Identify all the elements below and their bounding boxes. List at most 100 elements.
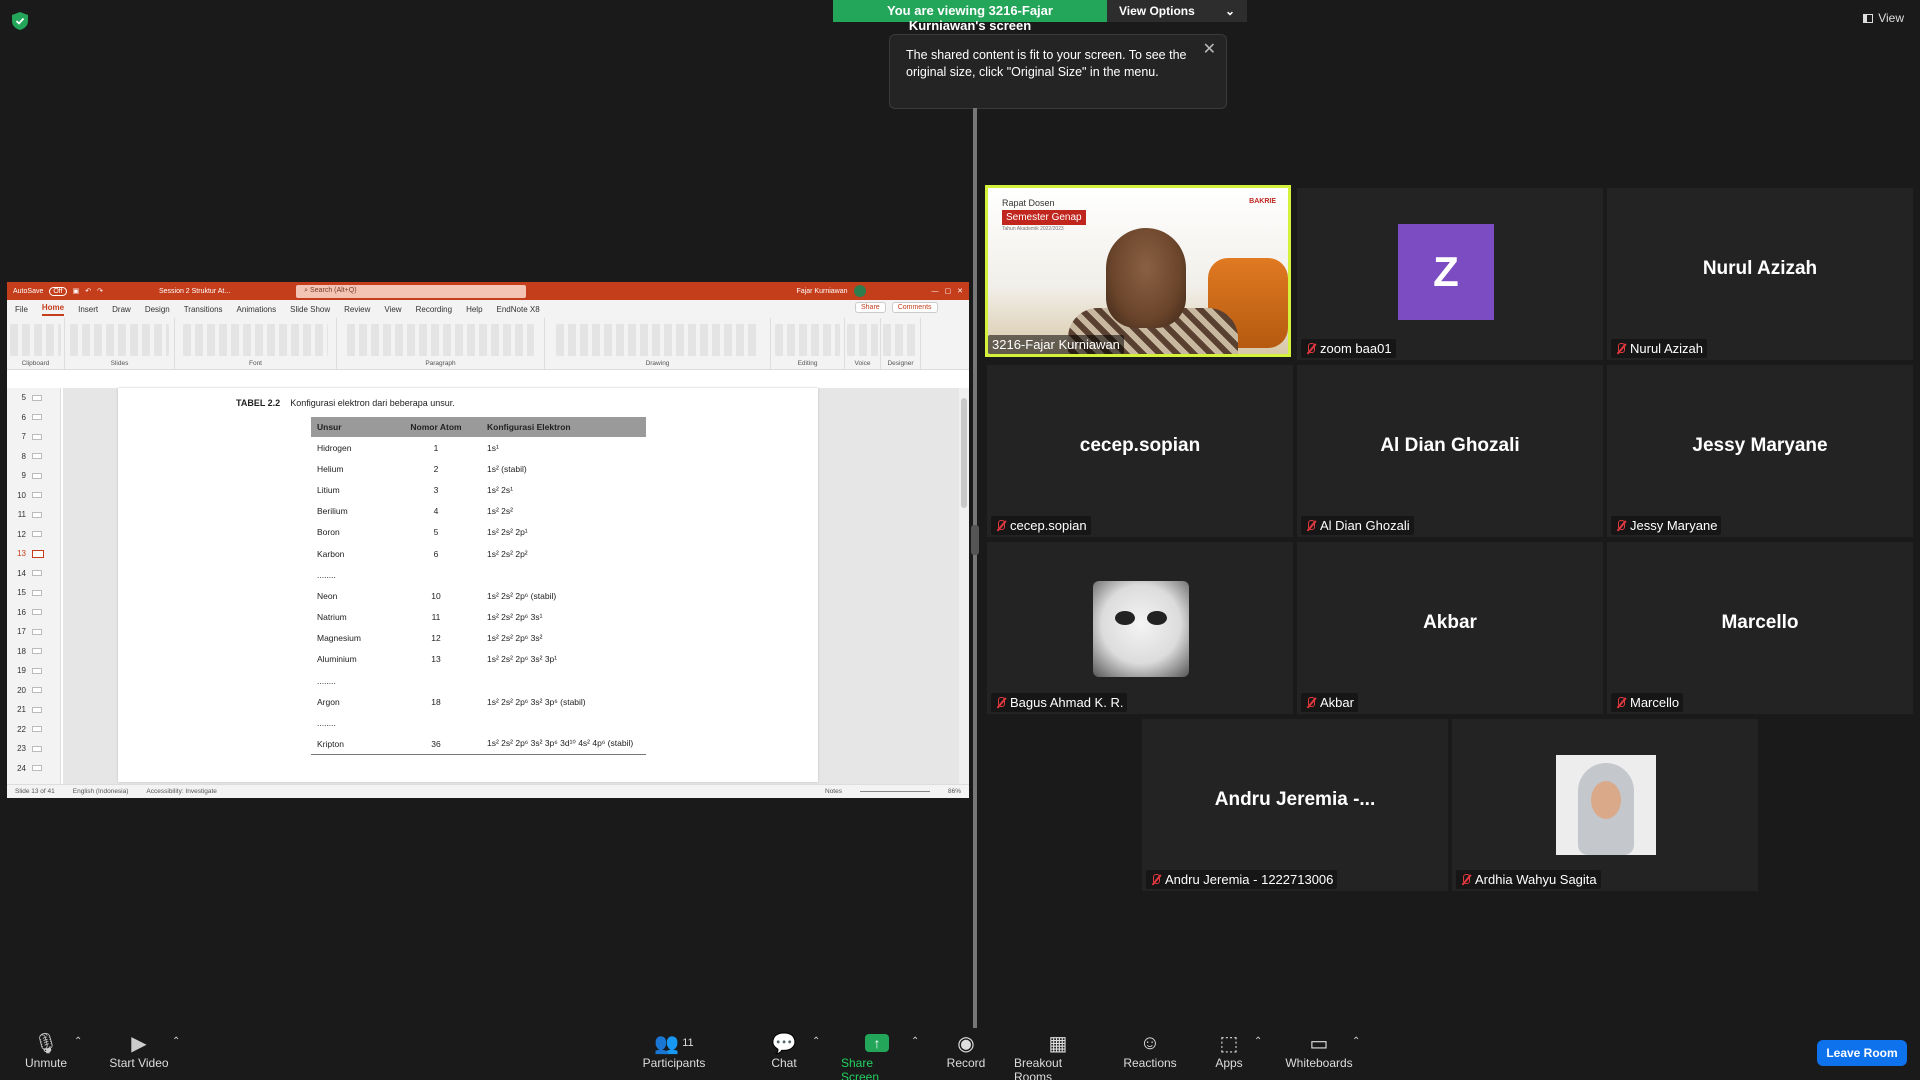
paste-icon[interactable] bbox=[9, 324, 62, 356]
redo-icon[interactable]: ↷ bbox=[97, 287, 103, 295]
ribbon-group-drawing[interactable]: Drawing bbox=[545, 318, 771, 369]
unmute-button[interactable]: 🎙 Unmute bbox=[22, 1030, 70, 1071]
slide-thumbnail[interactable]: 6 bbox=[7, 408, 60, 428]
leave-room-button[interactable]: Leave Room bbox=[1817, 1040, 1907, 1066]
slide-thumbnail[interactable]: 12 bbox=[7, 525, 60, 545]
video-tile[interactable]: Nurul Azizah Nurul Azizah bbox=[1607, 188, 1913, 360]
slide-thumbnail[interactable]: 15 bbox=[7, 583, 60, 603]
slide-thumbnail[interactable]: 20 bbox=[7, 681, 60, 701]
share-button[interactable]: Share bbox=[855, 302, 886, 313]
tab-slide-show[interactable]: Slide Show bbox=[290, 305, 330, 314]
slide-thumbnail[interactable]: 16 bbox=[7, 603, 60, 623]
notes-button[interactable]: Notes bbox=[825, 788, 842, 795]
slide-thumbnail[interactable]: 8 bbox=[7, 447, 60, 467]
apps-button[interactable]: ⬚ Apps bbox=[1213, 1030, 1245, 1071]
participants-button[interactable]: 👥 11 Participants bbox=[642, 1030, 706, 1071]
scrollbar-thumb[interactable] bbox=[961, 398, 967, 508]
minimize-icon[interactable]: — bbox=[932, 288, 939, 295]
slide-thumbnail[interactable]: 5 bbox=[7, 388, 60, 408]
slide-thumbnail[interactable]: 10 bbox=[7, 486, 60, 506]
search-box[interactable]: ⌕ Search (Alt+Q) bbox=[296, 284, 527, 298]
share-options-caret[interactable]: ⌃ bbox=[911, 1036, 919, 1047]
ribbon-group-clipboard[interactable]: Clipboard bbox=[7, 318, 65, 369]
tab-endnote-x8[interactable]: EndNote X8 bbox=[497, 305, 540, 314]
tab-recording[interactable]: Recording bbox=[416, 305, 452, 314]
video-tile[interactable]: Bagus Ahmad K. R. bbox=[987, 542, 1293, 714]
breakout-rooms-button[interactable]: ▦ Breakout Rooms bbox=[1014, 1030, 1102, 1080]
autosave-toggle[interactable]: Off bbox=[49, 286, 67, 296]
video-tile[interactable]: Z zoom baa01 bbox=[1297, 188, 1603, 360]
tab-help[interactable]: Help bbox=[466, 305, 482, 314]
paragraph-controls[interactable] bbox=[347, 324, 534, 356]
audio-options-caret[interactable]: ⌃ bbox=[74, 1036, 82, 1047]
slide-thumbnail[interactable]: 18 bbox=[7, 642, 60, 662]
avatar[interactable] bbox=[853, 285, 866, 297]
tab-design[interactable]: Design bbox=[145, 305, 170, 314]
close-icon[interactable]: ✕ bbox=[1203, 41, 1216, 58]
video-tile-active-speaker[interactable]: Rapat Dosen Semester Genap Tahun Akademi… bbox=[985, 185, 1291, 357]
zoom-level[interactable]: 86% bbox=[948, 788, 961, 795]
security-shield-icon[interactable] bbox=[12, 12, 28, 30]
close-window-icon[interactable]: ✕ bbox=[957, 287, 963, 295]
video-tile[interactable]: Akbar Akbar bbox=[1297, 542, 1603, 714]
video-tile[interactable]: Al Dian Ghozali Al Dian Ghozali bbox=[1297, 365, 1603, 537]
ribbon-group-slides[interactable]: Slides bbox=[65, 318, 175, 369]
slide-thumbnail[interactable]: 22 bbox=[7, 720, 60, 740]
share-screen-button[interactable]: ↑ Share Screen bbox=[841, 1030, 913, 1080]
start-video-button[interactable]: ▶ Start Video bbox=[108, 1030, 170, 1071]
reactions-button[interactable]: ☺ Reactions bbox=[1122, 1030, 1178, 1071]
video-tile[interactable]: Andru Jeremia -... Andru Jeremia - 12227… bbox=[1142, 719, 1448, 891]
tab-insert[interactable]: Insert bbox=[78, 305, 98, 314]
video-tile[interactable]: Marcello Marcello bbox=[1607, 542, 1913, 714]
split-divider-handle[interactable] bbox=[971, 525, 979, 555]
video-options-caret[interactable]: ⌃ bbox=[172, 1036, 180, 1047]
language-status[interactable]: English (Indonesia) bbox=[73, 788, 129, 795]
dictate-icon[interactable] bbox=[846, 324, 879, 356]
maximize-icon[interactable]: ▢ bbox=[945, 287, 952, 295]
font-controls[interactable] bbox=[183, 324, 328, 356]
ribbon-group-paragraph[interactable]: Paragraph bbox=[337, 318, 545, 369]
comments-button[interactable]: Comments bbox=[891, 302, 938, 313]
accessibility-status[interactable]: Accessibility: Investigate bbox=[146, 788, 216, 795]
record-button[interactable]: ◉ Record bbox=[945, 1030, 987, 1071]
slide-thumbnail[interactable]: 14 bbox=[7, 564, 60, 584]
chat-options-caret[interactable]: ⌃ bbox=[812, 1036, 820, 1047]
shared-powerpoint-window[interactable]: AutoSave Off ▣ ↶ ↷ Session 2 Struktur At… bbox=[7, 282, 969, 798]
ribbon-group-editing[interactable]: Editing bbox=[771, 318, 845, 369]
slide-thumbnail[interactable]: 17 bbox=[7, 622, 60, 642]
shapes-gallery[interactable] bbox=[556, 324, 759, 356]
slide-thumbnail-pane[interactable]: 5678910111213141516171819202122232425 bbox=[7, 388, 61, 792]
slide-thumbnail[interactable]: 13 bbox=[7, 544, 60, 564]
tab-draw[interactable]: Draw bbox=[112, 305, 131, 314]
design-ideas-icon[interactable] bbox=[882, 324, 919, 356]
find-replace-icon[interactable] bbox=[774, 324, 841, 356]
apps-options-caret[interactable]: ⌃ bbox=[1254, 1036, 1262, 1047]
split-divider[interactable] bbox=[973, 108, 977, 1028]
chat-button[interactable]: 💬 Chat bbox=[768, 1030, 800, 1071]
slide-thumbnail[interactable]: 21 bbox=[7, 700, 60, 720]
tab-review[interactable]: Review bbox=[344, 305, 370, 314]
video-tile[interactable]: cecep.sopian cecep.sopian bbox=[987, 365, 1293, 537]
tab-animations[interactable]: Animations bbox=[237, 305, 277, 314]
whiteboards-options-caret[interactable]: ⌃ bbox=[1352, 1036, 1360, 1047]
zoom-slider[interactable] bbox=[859, 791, 930, 792]
user-name[interactable]: Fajar Kurniawan bbox=[797, 288, 848, 295]
ribbon-group-font[interactable]: Font bbox=[175, 318, 337, 369]
slide-thumbnail[interactable]: 19 bbox=[7, 661, 60, 681]
slide-thumbnail[interactable]: 9 bbox=[7, 466, 60, 486]
save-icon[interactable]: ▣ bbox=[73, 287, 80, 295]
undo-icon[interactable]: ↶ bbox=[85, 287, 91, 295]
view-options-button[interactable]: View Options ⌄ bbox=[1107, 0, 1247, 22]
slide-thumbnail[interactable]: 7 bbox=[7, 427, 60, 447]
file-name[interactable]: Session 2 Struktur At... bbox=[159, 288, 230, 295]
ribbon-group-voice[interactable]: Voice bbox=[845, 318, 881, 369]
new-slide-icon[interactable] bbox=[70, 324, 169, 356]
slide-thumbnail[interactable]: 24 bbox=[7, 759, 60, 779]
slide-thumbnail[interactable]: 11 bbox=[7, 505, 60, 525]
video-tile[interactable]: Ardhia Wahyu Sagita bbox=[1452, 719, 1758, 891]
tab-file[interactable]: File bbox=[15, 305, 28, 314]
tab-home[interactable]: Home bbox=[41, 303, 65, 316]
current-slide[interactable]: TABEL 2.2 Konfigurasi elektron dari beber… bbox=[118, 388, 818, 782]
ribbon-group-designer[interactable]: Designer bbox=[881, 318, 921, 369]
vertical-scrollbar[interactable] bbox=[959, 388, 969, 784]
